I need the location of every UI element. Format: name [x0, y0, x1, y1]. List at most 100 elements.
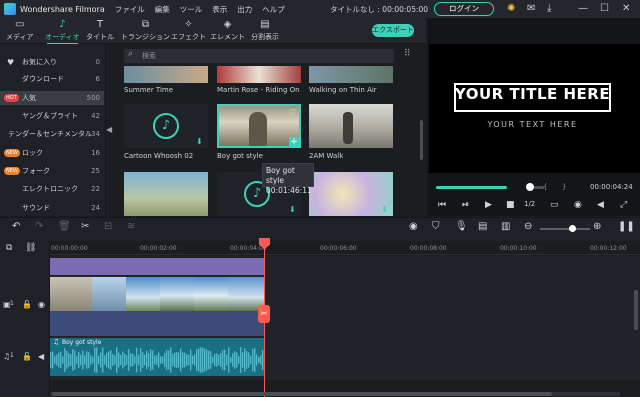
play-back-icon[interactable]: ⏯ — [462, 200, 469, 210]
lock-icon[interactable]: 🔓 — [22, 300, 32, 309]
tab-effect[interactable]: ✧ エフェクト — [171, 19, 206, 42]
sidebar-item-folk[interactable]: NEW フォーク 25 — [0, 164, 104, 178]
tab-split[interactable]: ▤ 分割表示 — [251, 19, 279, 42]
mail-icon[interactable]: ✉ — [527, 3, 535, 14]
waveform-bar — [180, 348, 182, 372]
menu-view[interactable]: 表示 — [212, 4, 227, 15]
close-icon[interactable]: ✕ — [622, 3, 630, 14]
zoom-slider-handle[interactable] — [569, 225, 576, 232]
tab-title[interactable]: T タイトル — [86, 19, 114, 42]
sidebar-item-young-bright[interactable]: ヤング＆ブライト 42 — [0, 109, 104, 123]
thumb-martin-rose[interactable] — [217, 66, 301, 83]
title-clip[interactable] — [50, 258, 264, 275]
library-tabs: ▭ メディア ♪ オーディオ T タイトル ⧉ トランジション ✧ エフェクト ◈ エレメン… — [0, 18, 426, 45]
timeline-hscroll-thumb[interactable] — [52, 392, 552, 396]
menu-tools[interactable]: ツール — [180, 4, 203, 15]
menu-export[interactable]: 出力 — [237, 4, 252, 15]
search-placeholder: 検索 — [142, 52, 156, 60]
redo-icon[interactable]: ↷ — [35, 221, 43, 232]
grid-view-icon[interactable]: ⠿ — [404, 49, 411, 59]
speaker-icon[interactable]: ◀ — [38, 352, 44, 361]
playback-speed[interactable]: 1/2 — [524, 200, 535, 208]
display-icon[interactable]: ▭ — [550, 200, 559, 210]
waveform-bar — [134, 356, 136, 364]
scissors-icon[interactable]: ✂ — [258, 305, 270, 323]
render-icon[interactable]: ◉ — [409, 221, 418, 232]
menu-edit[interactable]: 編集 — [155, 4, 170, 15]
prev-frame-icon[interactable]: ⏮ — [438, 200, 446, 210]
sidebar-item-rock[interactable]: NEW ロック 16 — [0, 146, 104, 160]
waveform-bar — [150, 349, 152, 371]
mark-in-icon[interactable]: { — [543, 183, 547, 191]
favorite-icon[interactable]: ♡ — [289, 108, 296, 117]
zoom-out-icon[interactable]: ⊖ — [524, 221, 532, 232]
timeline-vscroll[interactable] — [634, 290, 638, 330]
sidebar-item-download[interactable]: ダウンロード 6 — [0, 72, 104, 86]
media-scrollbar[interactable] — [420, 120, 423, 160]
voiceover-icon[interactable]: ▤ — [478, 221, 487, 232]
tab-transition[interactable]: ⧉ トランジション — [121, 19, 170, 42]
subtitle-icon[interactable]: ▥ — [501, 221, 510, 232]
waveform-bar — [86, 351, 88, 369]
tab-media[interactable]: ▭ メディア — [6, 19, 34, 42]
stop-icon[interactable]: ■ — [506, 200, 515, 210]
zoom-slider[interactable] — [540, 228, 590, 230]
play-icon[interactable]: ▶ — [485, 200, 492, 210]
pause-icon[interactable]: ❚❚ — [618, 221, 635, 232]
waveform-bar — [82, 350, 84, 370]
fullscreen-icon[interactable]: ⤢ — [620, 200, 627, 210]
maximize-icon[interactable]: ☐ — [600, 3, 609, 14]
waveform-bar — [130, 353, 132, 367]
mark-out-icon[interactable]: } — [562, 183, 566, 191]
sidebar-item-popular[interactable]: HOT 人気 500 — [0, 91, 104, 105]
person-figure — [343, 112, 353, 144]
category-sidebar: ♥ お気に入り 0 ダウンロード 6 HOT 人気 500 ヤング＆ブライト 42 テンダー… — [0, 44, 106, 216]
waveform-bar — [84, 355, 86, 365]
sidebar-item-sound[interactable]: サウンド 24 — [0, 201, 104, 215]
zoom-in-icon[interactable]: ⊕ — [593, 221, 601, 232]
export-button[interactable]: エクスポート — [372, 24, 414, 37]
collapse-sidebar-icon[interactable]: ◀ — [106, 125, 112, 134]
menu-file[interactable]: ファイル — [115, 4, 145, 15]
tab-audio[interactable]: ♪ オーディオ — [45, 19, 80, 45]
sidebar-item-electronic[interactable]: エレクトロニック 22 — [0, 182, 104, 196]
adjust-icon[interactable]: ⊟ — [104, 221, 112, 232]
add-icon[interactable]: + — [289, 137, 299, 146]
link-icon[interactable]: ⛓ — [25, 243, 36, 253]
download-icon[interactable]: ⤓ — [547, 3, 551, 14]
cut-icon[interactable]: ✂ — [81, 221, 89, 232]
thumb-2am-walk[interactable] — [309, 104, 393, 148]
thumb-summer-time[interactable] — [124, 66, 208, 83]
snapshot-icon[interactable]: ◉ — [574, 200, 582, 210]
download-icon[interactable]: ⬇ — [196, 137, 203, 146]
eye-icon[interactable]: ◉ — [38, 300, 45, 309]
preview-progress-handle[interactable] — [526, 183, 534, 191]
sidebar-item-tender[interactable]: テンダー＆センチメンタル 34 — [0, 127, 104, 141]
volume-icon[interactable]: ◀ — [597, 200, 604, 210]
sidebar-item-favorites[interactable]: ♥ お気に入り 0 — [0, 55, 104, 69]
bulb-icon[interactable]: ✺ — [507, 3, 515, 14]
search-input[interactable] — [124, 49, 394, 63]
waveform-bar — [226, 354, 228, 366]
undo-icon[interactable]: ↶ — [12, 221, 20, 232]
lock-icon[interactable]: 🔓 — [22, 352, 32, 361]
minimize-icon[interactable]: — — [578, 3, 588, 14]
marker-icon[interactable]: ⛉ — [432, 221, 440, 232]
preview-progress-bar[interactable] — [436, 186, 508, 189]
video-clip[interactable] — [50, 277, 264, 311]
download-icon[interactable]: ⬇ — [289, 205, 296, 214]
delete-icon[interactable]: 🗑 — [58, 221, 71, 232]
mic-icon[interactable]: 🎙 — [455, 221, 468, 232]
thumb-palm[interactable] — [124, 172, 208, 216]
ruler-tick: 00:00:08:00 — [410, 245, 447, 252]
login-button[interactable]: ログイン — [434, 2, 494, 16]
thumb-boy-got-style[interactable]: ♡ + — [217, 104, 301, 148]
thumb-walking-thin-air[interactable] — [309, 66, 393, 83]
audio-wave-icon[interactable]: ≋ — [127, 221, 135, 232]
waveform-bar — [60, 351, 62, 369]
download-icon[interactable]: ⬇ — [381, 205, 388, 214]
menu-help[interactable]: ヘルプ — [262, 4, 285, 15]
tab-element[interactable]: ◈ エレメント — [210, 19, 245, 42]
add-track-icon[interactable]: ⧉ — [6, 243, 12, 253]
waveform-bar — [246, 351, 248, 369]
